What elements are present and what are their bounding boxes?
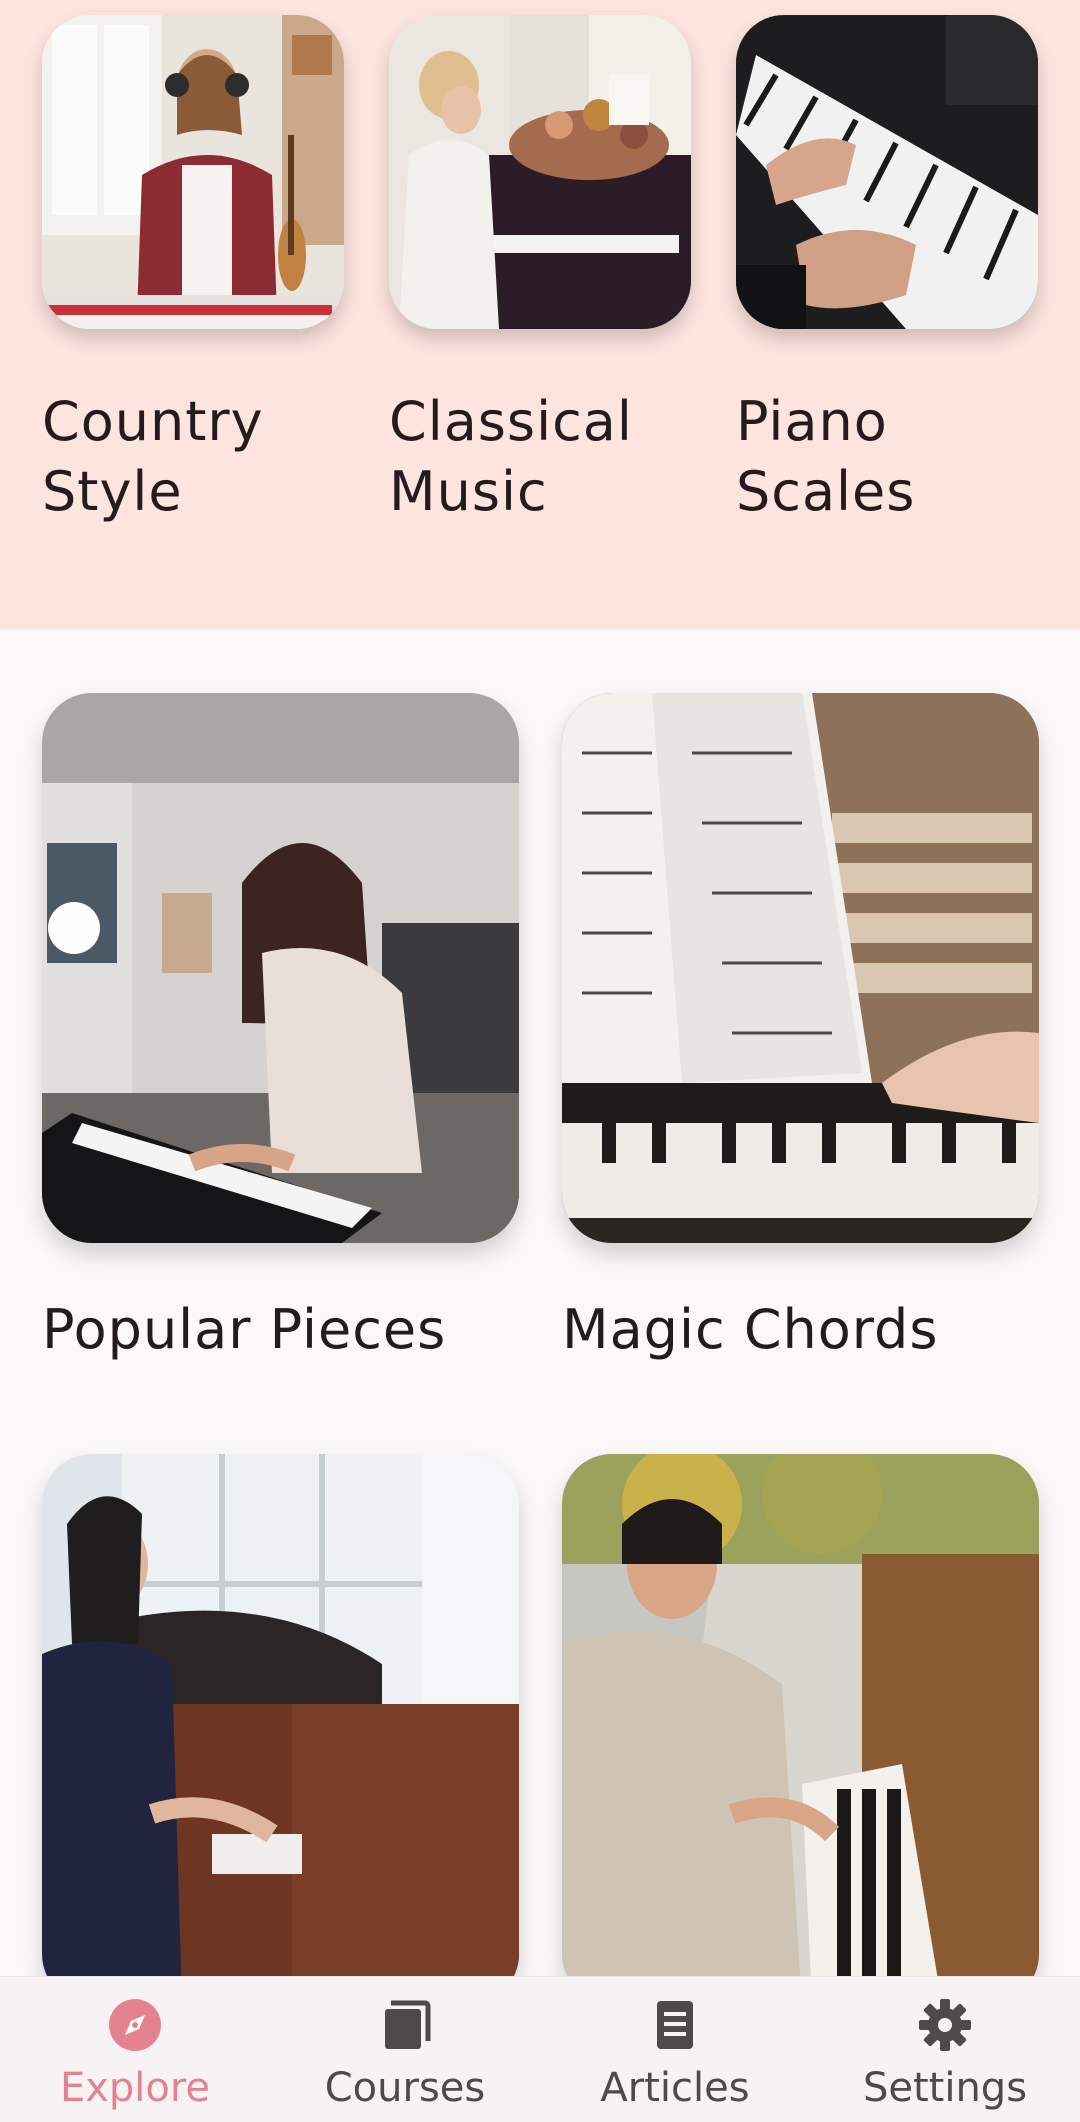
course-card-title: Magic Chords [562, 1298, 939, 1361]
woman-grand-piano-window-photo [42, 1454, 519, 2004]
woman-upright-piano-outdoor-photo [562, 1454, 1039, 2004]
nav-item-settings[interactable]: Settings [810, 1977, 1080, 2122]
featured-card-piano-scales[interactable]: Piano Scales [736, 15, 1038, 527]
course-card-popular-pieces[interactable]: Popular Pieces [42, 693, 519, 1365]
bottom-navigation: Explore Courses Articles Settings [0, 1976, 1080, 2122]
sheet-music-piano-photo [562, 693, 1039, 1243]
woman-playing-piano-photo [42, 693, 519, 1243]
article-icon [657, 2001, 693, 2049]
nav-item-explore[interactable]: Explore [0, 1977, 270, 2122]
featured-section: Country Style Classical Music Piano Scal… [0, 0, 1080, 630]
course-card[interactable] [562, 1454, 1039, 2056]
gear-icon [919, 1999, 971, 2051]
nav-label: Courses [324, 2065, 486, 2111]
nav-label: Settings [862, 2065, 1028, 2111]
nav-item-articles[interactable]: Articles [540, 1977, 810, 2122]
woman-grand-piano-photo [389, 15, 691, 329]
nav-label: Articles [600, 2065, 750, 2111]
featured-card-title: Piano Scales [736, 390, 916, 523]
compass-icon [109, 1999, 161, 2051]
course-card-magic-chords[interactable]: Magic Chords [562, 693, 1039, 1365]
featured-card-classical-music[interactable]: Classical Music [389, 15, 691, 527]
featured-card-title: Country Style [42, 390, 264, 523]
stack-icon [385, 2000, 431, 2049]
woman-headphones-keyboard-photo [42, 15, 344, 329]
featured-card-title: Classical Music [389, 390, 633, 523]
featured-card-country-style[interactable]: Country Style [42, 15, 344, 527]
nav-item-courses[interactable]: Courses [270, 1977, 540, 2122]
nav-label: Explore [59, 2065, 211, 2111]
course-card-title: Popular Pieces [42, 1298, 447, 1361]
hands-on-keys-photo [736, 15, 1038, 329]
course-card[interactable] [42, 1454, 519, 2056]
